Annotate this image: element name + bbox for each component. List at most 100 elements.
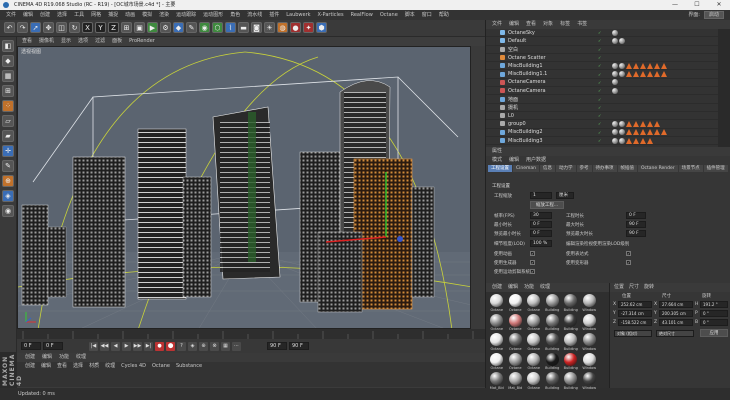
material-tag-icon[interactable] (619, 71, 625, 78)
object-list-scrollbar[interactable] (718, 29, 730, 147)
object-menu-item[interactable]: 查看 (526, 20, 536, 29)
scale-project-button[interactable]: 缩放工程... (530, 201, 564, 209)
menu-item[interactable]: 帮助 (439, 10, 449, 20)
octane-live-icon[interactable]: ◍ (277, 22, 288, 33)
material-strip-submenu-item[interactable]: Substance (176, 362, 202, 371)
select-icon[interactable]: ➚ (30, 22, 41, 33)
octane-tag-icon[interactable] (633, 120, 639, 127)
viewport-menu-item[interactable]: 过滤 (95, 37, 105, 46)
menu-item[interactable]: 创建 (40, 10, 50, 20)
material-menu-item[interactable]: 纹理 (540, 283, 550, 292)
frame-end-field[interactable]: 90 F (267, 342, 287, 350)
menu-item[interactable]: 选择 (57, 10, 67, 20)
attribute-tab[interactable]: 参考 (576, 165, 592, 172)
project-scale-unit[interactable]: 厘米 (556, 192, 574, 199)
menu-item[interactable]: 流水线 (247, 10, 262, 20)
material-swatch[interactable]: Octane (507, 332, 525, 351)
object-row[interactable]: MiscBuilding1 ✓ (486, 62, 718, 71)
edges-mode-icon[interactable]: ▱ (2, 115, 14, 127)
material-swatch[interactable]: Building (544, 371, 562, 390)
menu-item[interactable]: X-Particles (318, 10, 344, 20)
object-list[interactable]: OctaneSky ✓ Default ✓ 空白 ✓ Octane Scatter ✓ Misc… (486, 29, 718, 147)
octane-tag-icon[interactable] (626, 129, 632, 136)
material-strip-menu-item[interactable]: 纹理 (76, 353, 86, 362)
axis-z-icon[interactable]: Z (108, 22, 119, 33)
octane-tag-icon[interactable] (633, 129, 639, 136)
material-menu-item[interactable]: 编辑 (508, 283, 518, 292)
menu-item[interactable]: 动画 (125, 10, 135, 20)
playback-button[interactable]: ◀◀ (100, 341, 109, 351)
octane-tag-icon[interactable] (647, 120, 653, 127)
render-view-icon[interactable]: ▣ (134, 22, 145, 33)
solo-icon[interactable]: ◉ (2, 205, 14, 217)
workplane-icon[interactable]: ⊞ (2, 85, 14, 97)
octane-tag-icon[interactable] (654, 120, 660, 127)
playback-button[interactable]: ◀ (111, 341, 120, 351)
material-swatch[interactable]: Octane (507, 313, 525, 331)
object-menu-item[interactable]: 编辑 (509, 20, 519, 29)
octane-tag-icon[interactable] (633, 62, 639, 69)
attribute-tab[interactable]: 工程设置 (488, 165, 512, 172)
size-z-field[interactable]: 43.101 cm (659, 319, 693, 326)
object-menu-item[interactable]: 书签 (577, 20, 587, 29)
points-mode-icon[interactable]: ⁘ (2, 100, 14, 112)
playback-button[interactable]: ▶| (144, 341, 153, 351)
lod-field[interactable]: 100 % (530, 240, 552, 247)
menu-item[interactable]: 运动跟踪 (176, 10, 196, 20)
menu-item[interactable]: 模拟 (142, 10, 152, 20)
material-swatch[interactable]: Octane (525, 371, 543, 390)
light-icon[interactable]: ☀ (264, 22, 275, 33)
attribute-menu-item[interactable]: 用户数据 (526, 156, 546, 165)
material-swatch[interactable]: Mat_Bld (507, 371, 525, 390)
tweak-icon[interactable]: ✎ (2, 160, 14, 172)
object-row[interactable]: Octane Scatter ✓ (486, 54, 718, 63)
close-button[interactable]: ✕ (708, 0, 730, 10)
octane-tag-icon[interactable] (640, 137, 646, 144)
timeline-ruler[interactable] (17, 329, 485, 339)
material-swatch[interactable]: Building (562, 293, 580, 312)
material-strip-submenu-item[interactable]: 编辑 (41, 362, 51, 371)
project-scale-field[interactable]: 1 (530, 192, 552, 199)
visibility-toggle-icon[interactable]: ✓ (598, 80, 612, 85)
material-tag-icon[interactable] (612, 137, 618, 144)
size-y-field[interactable]: 200.305 cm (659, 310, 693, 317)
visibility-toggle-icon[interactable]: ✓ (598, 72, 612, 77)
attribute-tab[interactable]: Octane Render (638, 165, 678, 172)
octane-tag-icon[interactable] (626, 62, 632, 69)
frame-max-field[interactable]: 90 F (289, 342, 309, 350)
visibility-toggle-icon[interactable]: ✓ (598, 30, 612, 35)
axis-y-icon[interactable]: Y (95, 22, 106, 33)
viewport-menu-item[interactable]: 面板 (112, 37, 122, 46)
octane-tag-icon[interactable] (633, 137, 639, 144)
frame-start-field[interactable]: 0 F (21, 342, 41, 350)
octane-material-icon[interactable]: ● (290, 22, 301, 33)
max-time-field[interactable]: 90 F (626, 221, 646, 228)
object-row[interactable]: OctaneSky ✓ (486, 29, 718, 38)
material-menu-item[interactable]: 功能 (524, 283, 534, 292)
object-row[interactable]: group0 ✓ (486, 120, 718, 129)
visibility-toggle-icon[interactable]: ✓ (598, 105, 612, 110)
material-strip-menu-item[interactable]: 编辑 (42, 353, 52, 362)
material-tag-icon[interactable] (612, 120, 618, 127)
coordinate-menu-item[interactable]: 位置 (614, 283, 624, 292)
octane-tag-icon[interactable] (654, 129, 660, 136)
project-time-field[interactable]: 0 F (626, 212, 646, 219)
menu-item[interactable]: 运动图形 (203, 10, 223, 20)
material-swatch[interactable]: Octane (525, 313, 543, 331)
material-tag-icon[interactable] (619, 37, 625, 44)
pos-z-field[interactable]: -158.522 cm (618, 319, 652, 326)
use-motion-system-checkbox[interactable]: ✓ (530, 269, 535, 274)
material-swatch[interactable]: Octane (525, 293, 543, 312)
preview-max-field[interactable]: 90 F (626, 230, 646, 237)
visibility-toggle-icon[interactable]: ✓ (598, 130, 612, 135)
playback-button[interactable]: ◈ (188, 341, 197, 351)
attribute-tab[interactable]: 帧插值 (617, 165, 638, 172)
menu-item[interactable]: RealFlow (351, 10, 373, 20)
object-row[interactable]: MiscBuilding3 ✓ (486, 137, 718, 146)
rot-p-field[interactable]: 0 ° (700, 310, 728, 317)
material-swatch[interactable]: Window (581, 293, 599, 312)
subdivide-icon[interactable]: ◉ (199, 22, 210, 33)
redo-icon[interactable]: ↷ (17, 22, 28, 33)
playback-button[interactable]: |◀ (89, 341, 98, 351)
visibility-toggle-icon[interactable]: ✓ (598, 47, 612, 52)
